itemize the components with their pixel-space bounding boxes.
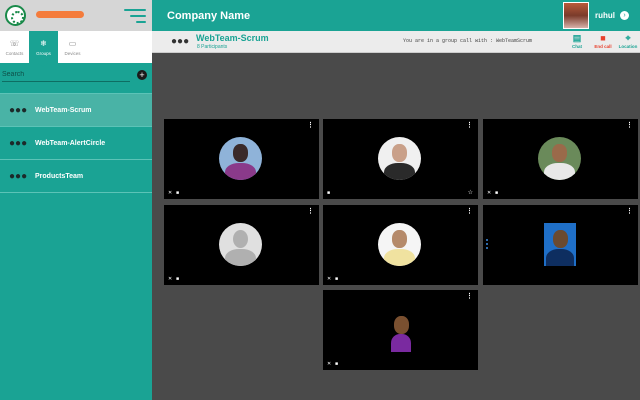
- sidebar-item-label: ProductsTeam: [35, 172, 84, 180]
- video-tile[interactable]: ⋮ ✕ ■: [164, 119, 319, 199]
- participant-avatar: [219, 137, 262, 180]
- camera-icon: ■: [335, 361, 339, 367]
- video-tile[interactable]: ⋮ ✕ ■: [323, 205, 478, 285]
- tab-groups[interactable]: ❄ Groups: [29, 31, 58, 63]
- camera-icon: ■: [176, 190, 180, 196]
- participant-avatar: [544, 223, 576, 266]
- chat-icon: ▤: [572, 33, 582, 43]
- sidebar-item-webteam-scrum[interactable]: ●●● WebTeam-Scrum: [0, 94, 152, 127]
- company-name: Company Name: [167, 10, 251, 22]
- tab-devices[interactable]: ▭ Devices: [58, 31, 87, 63]
- avatar[interactable]: [563, 2, 589, 29]
- sidebar-tabs: ☏ Contacts ❄ Groups ▭ Devices: [0, 31, 152, 67]
- sidebar-item-webteam-alertcircle[interactable]: ●●● WebTeam-AlertCircle: [0, 127, 152, 160]
- groups-icon: ❄: [40, 38, 47, 48]
- call-info-bar: ●●● WebTeam-Scrum 8 Participants You are…: [152, 31, 640, 53]
- video-tile[interactable]: ⋮ ■ ☆: [323, 119, 478, 199]
- search-input[interactable]: [2, 68, 130, 82]
- group-list: ●●● WebTeam-Scrum ●●● WebTeam-AlertCircl…: [0, 93, 152, 193]
- user-name[interactable]: ruhul: [595, 11, 615, 20]
- sidebar-item-label: WebTeam-Scrum: [35, 106, 92, 114]
- camera-icon: ■: [327, 190, 331, 196]
- contacts-icon: ☏: [9, 38, 20, 48]
- video-tile[interactable]: ⋮ ✕ ■: [323, 290, 478, 370]
- tab-contacts[interactable]: ☏ Contacts: [0, 31, 29, 63]
- chat-label: Chat: [572, 44, 582, 49]
- sidebar-item-productsteam[interactable]: ●●● ProductsTeam: [0, 160, 152, 193]
- end-call-label: End call: [594, 44, 612, 49]
- more-options-icon[interactable]: ⋮: [466, 293, 473, 300]
- speaking-indicator-icon: [486, 239, 489, 251]
- more-options-icon[interactable]: ⋮: [626, 122, 633, 129]
- video-tile[interactable]: ⋮: [483, 205, 638, 285]
- star-icon[interactable]: ☆: [468, 189, 473, 196]
- participant-avatar: [378, 223, 421, 266]
- chevron-right-icon[interactable]: ›: [620, 11, 629, 20]
- sidebar: ☏ Contacts ❄ Groups ▭ Devices + ●●● WebT…: [0, 0, 152, 400]
- sidebar-header: [0, 0, 152, 31]
- camera-icon: ■: [495, 190, 499, 196]
- more-options-icon[interactable]: ⋮: [466, 122, 473, 129]
- top-header: Company Name ruhul ›: [152, 0, 640, 31]
- tab-label: Contacts: [5, 50, 24, 56]
- end-call-icon: ■: [600, 33, 606, 43]
- tab-label: Devices: [64, 50, 81, 56]
- menu-toggle-icon[interactable]: [124, 8, 146, 24]
- video-tile[interactable]: ⋮ ✕ ■: [164, 205, 319, 285]
- participant-avatar: [538, 137, 581, 180]
- group-icon: ●●●: [9, 104, 28, 116]
- mic-muted-icon: ✕: [327, 276, 332, 282]
- tab-label: Groups: [36, 50, 51, 56]
- camera-icon: ■: [335, 276, 339, 282]
- more-options-icon[interactable]: ⋮: [626, 208, 633, 215]
- participant-count: 8 Participants: [197, 44, 228, 50]
- group-icon: ●●●: [9, 170, 28, 182]
- location-label: Location: [618, 44, 638, 49]
- participant-avatar: [378, 137, 421, 180]
- mic-muted-icon: ✕: [327, 361, 332, 367]
- app-logo: [5, 5, 26, 26]
- mic-muted-icon: ✕: [168, 190, 173, 196]
- participant-avatar: [390, 312, 412, 352]
- end-call-button[interactable]: ■ End call: [593, 33, 613, 49]
- camera-icon: ■: [176, 276, 180, 282]
- mic-muted-icon: ✕: [487, 190, 492, 196]
- search-bar: +: [0, 63, 152, 90]
- devices-icon: ▭: [68, 38, 77, 48]
- sidebar-item-label: WebTeam-AlertCircle: [35, 139, 106, 147]
- more-options-icon[interactable]: ⋮: [307, 122, 314, 129]
- group-icon: ●●●: [171, 36, 190, 47]
- group-icon: ●●●: [9, 137, 28, 149]
- location-button[interactable]: ⌖ Location: [618, 33, 638, 49]
- chat-button[interactable]: ▤ Chat: [567, 33, 587, 49]
- add-group-button[interactable]: +: [137, 70, 147, 80]
- mic-muted-icon: ✕: [168, 276, 173, 282]
- location-pin-icon: ⌖: [625, 33, 631, 43]
- call-status-text: You are in a group call with : WebTeamSc…: [403, 38, 533, 44]
- video-tile[interactable]: ⋮ ✕ ■: [483, 119, 638, 199]
- brand-bar: [36, 11, 84, 18]
- participant-avatar: [219, 223, 262, 266]
- more-options-icon[interactable]: ⋮: [466, 208, 473, 215]
- more-options-icon[interactable]: ⋮: [307, 208, 314, 215]
- call-room-name: WebTeam-Scrum: [196, 33, 269, 43]
